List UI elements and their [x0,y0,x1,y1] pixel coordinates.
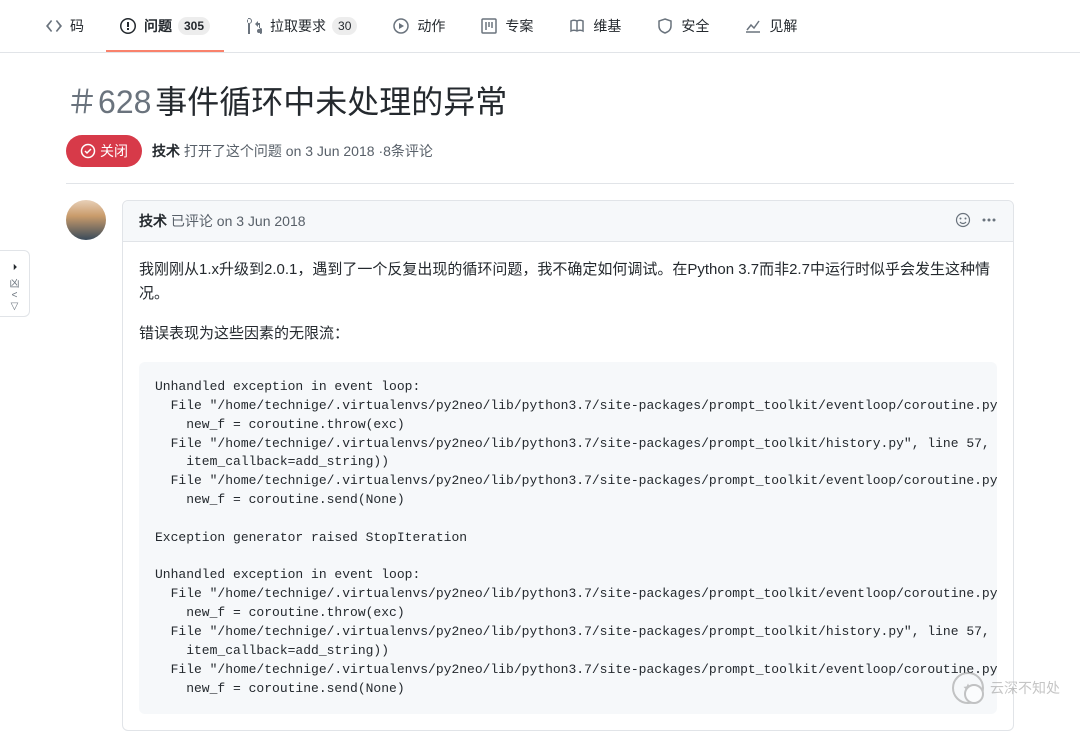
comment-action: 已评论 [171,213,213,229]
comment-para-1: 我刚刚从1.x升级到2.0.1，遇到了一个反复出现的循环问题，我不确定如何调试。… [139,258,997,306]
date-prefix: on [286,143,302,159]
tab-pull-requests[interactable]: 拉取要求 30 [232,0,371,52]
state-badge-closed: 关闭 [66,135,142,167]
tab-wiki[interactable]: 维基 [555,0,635,52]
tab-label: 专案 [505,16,533,36]
opened-date: 3 Jun 2018 [305,143,374,159]
tab-projects[interactable]: 专案 [467,0,547,52]
project-icon [481,18,497,34]
tab-counter: 30 [332,17,357,35]
comment-count: ·8条评论 [378,143,432,159]
kebab-menu-icon[interactable] [981,212,997,231]
state-label: 关闭 [100,141,128,161]
tab-label: 见解 [769,16,797,36]
comment-date-prefix: on [217,213,233,229]
issue-title: 事件循环中未处理的异常 [155,84,507,120]
issue-icon [120,18,136,34]
issue-meta: 关闭 技术 打开了这个问题 on 3 Jun 2018 ·8条评论 [66,135,1014,184]
comment-actions [955,212,997,231]
book-icon [569,18,585,34]
side-toggle-glyphs: 凶<▽ [10,279,20,312]
main-content: ＃628 事件循环中未处理的异常 关闭 技术 打开了这个问题 on 3 Jun … [34,53,1046,731]
watermark-text: 云深不知处 [990,678,1060,698]
issue-author[interactable]: 技术 [152,143,180,159]
side-panel-toggle[interactable]: 凶<▽ [0,250,30,317]
tab-label: 码 [70,16,84,36]
opened-action: 打开了这个问题 [184,143,282,159]
repo-nav: 码 问题 305 拉取要求 30 动作 专案 维基 安全 见解 [0,0,1080,53]
tab-code[interactable]: 码 [32,0,98,52]
issue-number: 628 [98,84,151,120]
comment-header: 技术 已评论 on 3 Jun 2018 [123,201,1013,242]
play-icon [393,18,409,34]
closed-icon [80,143,96,159]
issue-number-hash: ＃ [66,84,98,120]
issue-title-row: ＃628 事件循环中未处理的异常 [66,77,1014,123]
comment-author[interactable]: 技术 [139,213,167,229]
comment-box: 技术 已评论 on 3 Jun 2018 我刚刚从1.x升级到2.0.1，遇到了… [122,200,1014,731]
tab-security[interactable]: 安全 [643,0,723,52]
comment-body: 我刚刚从1.x升级到2.0.1，遇到了一个反复出现的循环问题，我不确定如何调试。… [123,242,1013,730]
watermark-icon [952,672,984,704]
avatar[interactable] [66,200,106,240]
tab-label: 安全 [681,16,709,36]
issue-meta-text: 技术 打开了这个问题 on 3 Jun 2018 ·8条评论 [152,141,433,161]
tab-label: 问题 [144,16,172,36]
emoji-react-button[interactable] [955,212,971,231]
tab-issues[interactable]: 问题 305 [106,0,224,52]
discussion: 技术 已评论 on 3 Jun 2018 我刚刚从1.x升级到2.0.1，遇到了… [66,200,1014,731]
chevron-right-icon [6,255,24,279]
comment-date: 3 Jun 2018 [236,213,305,229]
pull-request-icon [246,18,262,34]
tab-insights[interactable]: 见解 [731,0,811,52]
shield-icon [657,18,673,34]
code-icon [46,18,62,34]
comment-para-2: 错误表现为这些因素的无限流： [139,322,997,346]
code-block[interactable]: Unhandled exception in event loop: File … [139,362,997,714]
tab-label: 动作 [417,16,445,36]
tab-label: 拉取要求 [270,16,326,36]
graph-icon [745,18,761,34]
watermark: 云深不知处 [952,672,1060,704]
tab-label: 维基 [593,16,621,36]
tab-counter: 305 [178,17,210,35]
tab-actions[interactable]: 动作 [379,0,459,52]
